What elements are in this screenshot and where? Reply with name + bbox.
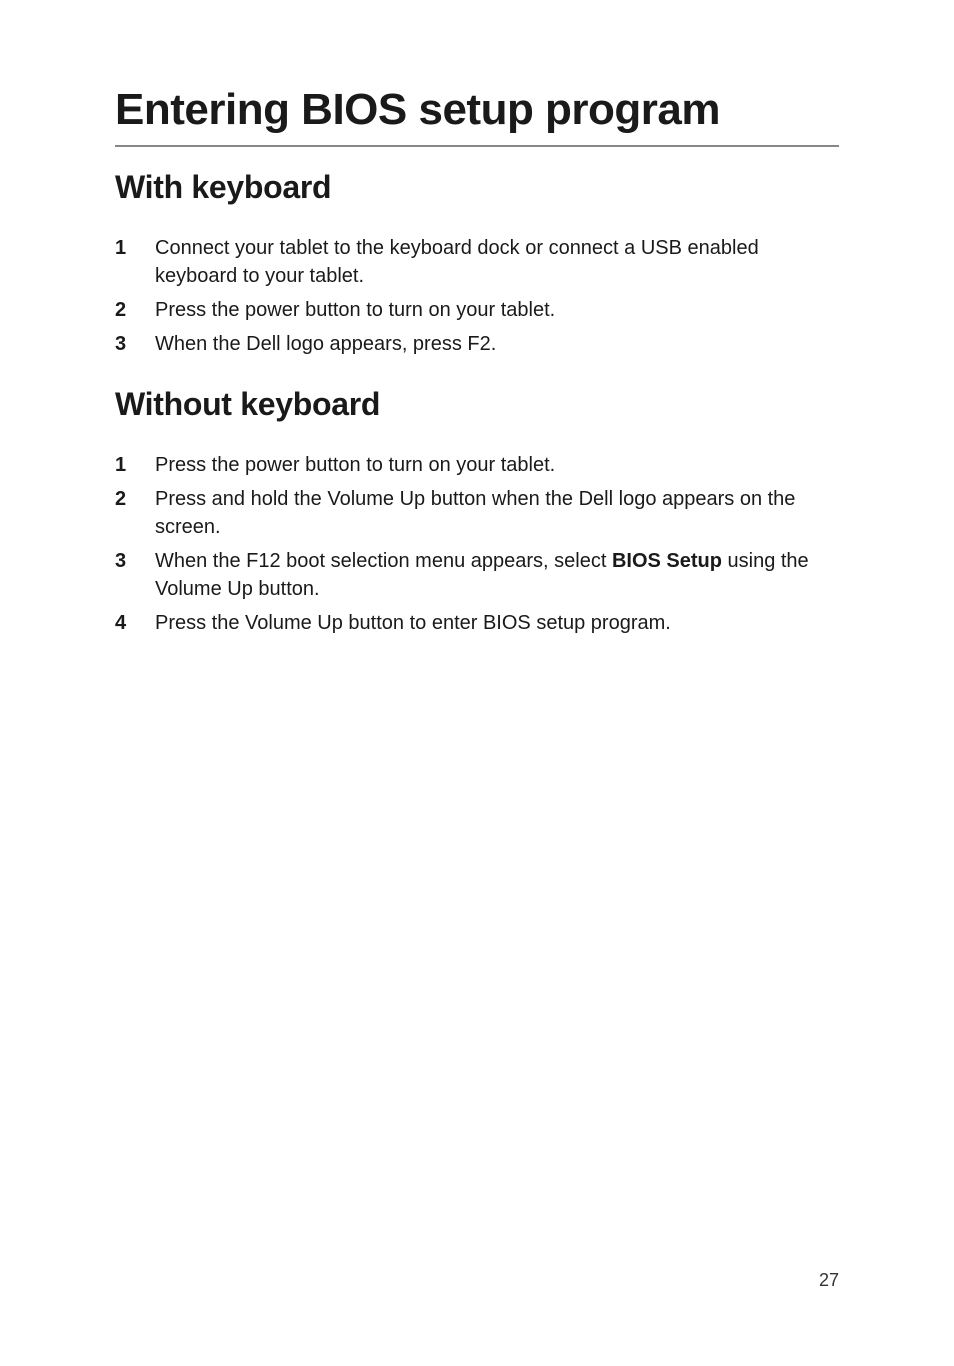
list-item: Connect your tablet to the keyboard dock… bbox=[115, 234, 839, 290]
list-item: When the F12 boot selection menu appears… bbox=[115, 547, 839, 603]
steps-list-without-keyboard: Press the power button to turn on your t… bbox=[115, 451, 839, 637]
list-item: Press the power button to turn on your t… bbox=[115, 296, 839, 324]
step-text: Press the Volume Up button to enter BIOS… bbox=[155, 612, 671, 634]
section-heading-with-keyboard: With keyboard bbox=[115, 169, 839, 206]
step-text: Press and hold the Volume Up button when… bbox=[155, 488, 795, 538]
step-text: Connect your tablet to the keyboard dock… bbox=[155, 237, 759, 287]
step-text: Press the power button to turn on your t… bbox=[155, 454, 555, 476]
step-text: Press the power button to turn on your t… bbox=[155, 299, 555, 321]
section-heading-without-keyboard: Without keyboard bbox=[115, 386, 839, 423]
list-item: When the Dell logo appears, press F2. bbox=[115, 330, 839, 358]
step-text: When the Dell logo appears, press F2. bbox=[155, 333, 496, 355]
list-item: Press the power button to turn on your t… bbox=[115, 451, 839, 479]
page-number: 27 bbox=[819, 1270, 839, 1291]
page-title: Entering BIOS setup program bbox=[115, 85, 839, 147]
step-bold: BIOS Setup bbox=[612, 550, 722, 572]
list-item: Press and hold the Volume Up button when… bbox=[115, 485, 839, 541]
steps-list-with-keyboard: Connect your tablet to the keyboard dock… bbox=[115, 234, 839, 358]
step-text: When the F12 boot selection menu appears… bbox=[155, 550, 612, 572]
list-item: Press the Volume Up button to enter BIOS… bbox=[115, 609, 839, 637]
